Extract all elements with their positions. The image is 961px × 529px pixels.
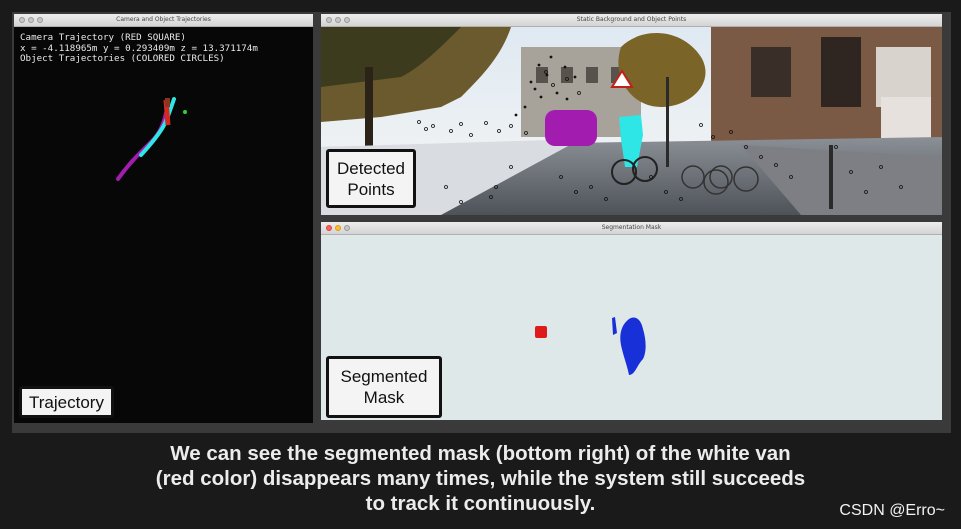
minimize-button[interactable]: [28, 17, 34, 23]
detected-car-magenta: [545, 110, 597, 146]
sign-pole: [666, 77, 669, 167]
minimize-button[interactable]: [335, 225, 341, 231]
trajectory-canvas: Camera Trajectory (RED SQUARE) x = -4.118…: [14, 27, 313, 423]
trajectory-titlebar[interactable]: Camera and Object Trajectories: [14, 14, 313, 27]
caption-line-1: We can see the segmented mask (bottom ri…: [170, 442, 791, 465]
zoom-button[interactable]: [37, 17, 43, 23]
close-button[interactable]: [19, 17, 25, 23]
zoom-button[interactable]: [344, 17, 350, 23]
bollard: [829, 145, 833, 209]
trajectory-window-title: Camera and Object Trajectories: [116, 16, 211, 23]
trajectory-plot: [116, 97, 187, 181]
static-points-titlebar[interactable]: Static Background and Object Points: [321, 14, 942, 27]
static-points-window-title: Static Background and Object Points: [576, 16, 687, 23]
trajectory-label: Trajectory: [19, 386, 114, 418]
window-controls: [19, 17, 43, 23]
caption-line-2: (red color) disappears many times, while…: [155, 467, 806, 490]
video-caption: We can see the segmented mask (bottom ri…: [0, 441, 961, 516]
window-controls: [326, 225, 350, 231]
window-controls: [326, 17, 350, 23]
detected-points-label: Detected Points: [326, 149, 416, 208]
trajectory-window[interactable]: Camera and Object Trajectories Camera Tr…: [14, 14, 313, 423]
close-button[interactable]: [326, 225, 332, 231]
object-trajectory-magenta: [116, 111, 168, 181]
cyclist-mask-blue: [620, 317, 646, 375]
segmentation-canvas: Segmented Mask: [321, 235, 942, 420]
segmentation-window[interactable]: Segmentation Mask Segmented Mask: [321, 222, 942, 420]
segmented-mask-label: Segmented Mask: [326, 356, 442, 418]
minimize-button[interactable]: [335, 17, 341, 23]
close-button[interactable]: [326, 17, 332, 23]
van-mask-red: [535, 326, 547, 338]
segmentation-window-title: Segmentation Mask: [601, 224, 662, 231]
tree-trunk: [365, 67, 373, 147]
watermark: CSDN @Erro~: [839, 502, 945, 519]
segmentation-titlebar[interactable]: Segmentation Mask: [321, 222, 942, 235]
zoom-button[interactable]: [344, 225, 350, 231]
static-points-window[interactable]: Static Background and Object Points Dete…: [321, 14, 942, 215]
camera-red-square: [165, 98, 170, 107]
object-trajectory-green: [183, 110, 187, 114]
caption-line-3: to track it continuously.: [365, 492, 596, 515]
desktop: Camera and Object Trajectories Camera Tr…: [12, 12, 951, 433]
camera-frame-view: Detected Points: [321, 27, 942, 215]
